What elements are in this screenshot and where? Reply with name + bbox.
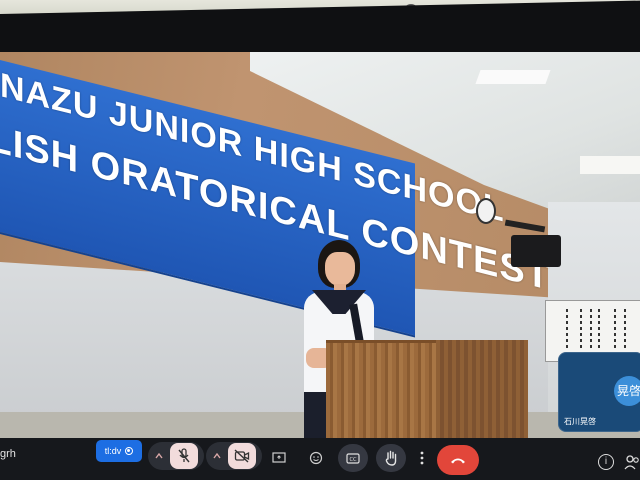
camera-toggle-button[interactable] (228, 443, 256, 469)
tldv-extension-button[interactable]: tl:dv (96, 440, 142, 462)
svg-text:CC: CC (350, 457, 357, 463)
present-icon (272, 452, 286, 463)
mic-control-group (148, 442, 204, 470)
info-icon[interactable]: i (598, 454, 614, 470)
raise-hand-icon (385, 450, 397, 466)
more-options-icon (420, 451, 424, 465)
tldv-label: tl:dv (104, 446, 122, 456)
end-call-icon (451, 458, 465, 464)
ceiling-light (475, 70, 551, 84)
camera-off-icon (234, 449, 250, 463)
end-call-button[interactable] (437, 445, 479, 475)
avatar: 晃啓 (614, 376, 640, 406)
ceiling-light (580, 156, 640, 174)
self-view-tile[interactable]: 晃啓 石川晃啓 (558, 352, 640, 432)
wall-clock (476, 198, 496, 224)
raise-hand-button[interactable] (376, 444, 406, 472)
camera-control-group (206, 442, 262, 470)
podium-side (436, 340, 528, 438)
mic-off-icon (178, 448, 190, 463)
meeting-code: grh (0, 448, 16, 460)
emoji-icon (309, 451, 323, 465)
wall-speaker (511, 235, 561, 267)
emoji-button[interactable] (302, 444, 330, 472)
mic-toggle-button[interactable] (170, 443, 198, 469)
chevron-up-icon[interactable] (148, 442, 170, 470)
present-button[interactable] (266, 444, 292, 472)
record-icon (125, 447, 134, 455)
captions-icon: CC (346, 452, 360, 464)
chevron-up-icon[interactable] (206, 442, 228, 470)
captions-button[interactable]: CC (338, 444, 368, 472)
video-feed: NAZU JUNIOR HIGH SCHOOL GLISH ORATORICAL… (0, 52, 640, 438)
participant-name: 石川晃啓 (564, 417, 596, 426)
people-icon[interactable] (624, 452, 640, 472)
more-options-button[interactable] (414, 444, 430, 472)
